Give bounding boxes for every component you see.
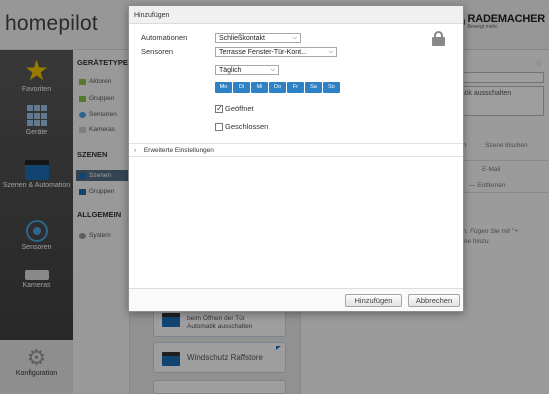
weekday-selector: Mo Di Mi Do Fr Sa So <box>215 82 340 93</box>
chevron-down-icon: ⌵ <box>270 67 275 73</box>
add-automation-dialog: Hinzufügen Automationen Schließkontakt ⌵… <box>128 5 464 312</box>
automation-select[interactable]: Schließkontakt ⌵ <box>215 33 301 43</box>
closed-label: Geschlossen <box>225 122 269 131</box>
day-di[interactable]: Di <box>233 82 250 93</box>
advanced-settings-toggle[interactable]: › Erweiterte Einstellungen <box>129 143 463 157</box>
cancel-button[interactable]: Abbrechen <box>408 294 460 307</box>
dialog-title: Hinzufügen <box>129 6 463 24</box>
add-button[interactable]: Hinzufügen <box>345 294 402 307</box>
opened-label: Geöffnet <box>225 104 254 113</box>
advanced-settings-label: Erweiterte Einstellungen <box>143 147 214 154</box>
day-do[interactable]: Do <box>269 82 286 93</box>
closed-checkbox[interactable] <box>215 122 223 131</box>
chevron-right-icon: › <box>134 147 137 154</box>
sensor-label: Sensoren <box>141 47 174 56</box>
automation-label: Automationen <box>141 33 188 42</box>
day-sa[interactable]: Sa <box>305 82 322 93</box>
opened-checkbox[interactable] <box>215 104 223 113</box>
day-fr[interactable]: Fr <box>287 82 304 93</box>
day-mi[interactable]: Mi <box>251 82 268 93</box>
dialog-footer: Hinzufügen Abbrechen <box>129 288 463 311</box>
lock-icon[interactable] <box>432 31 445 46</box>
closed-option[interactable]: Geschlossen <box>215 122 268 131</box>
day-so[interactable]: So <box>323 82 340 93</box>
sensor-value: Terrasse Fenster-Tür-Kont... <box>219 49 307 56</box>
chevron-down-icon: ⌵ <box>328 49 333 55</box>
automation-value: Schließkontakt <box>219 35 265 42</box>
chevron-down-icon: ⌵ <box>292 35 297 41</box>
frequency-value: Täglich <box>219 67 242 74</box>
sensor-select[interactable]: Terrasse Fenster-Tür-Kont... ⌵ <box>215 47 337 57</box>
opened-option[interactable]: Geöffnet <box>215 104 254 113</box>
frequency-select[interactable]: Täglich ⌵ <box>215 65 279 75</box>
day-mo[interactable]: Mo <box>215 82 232 93</box>
